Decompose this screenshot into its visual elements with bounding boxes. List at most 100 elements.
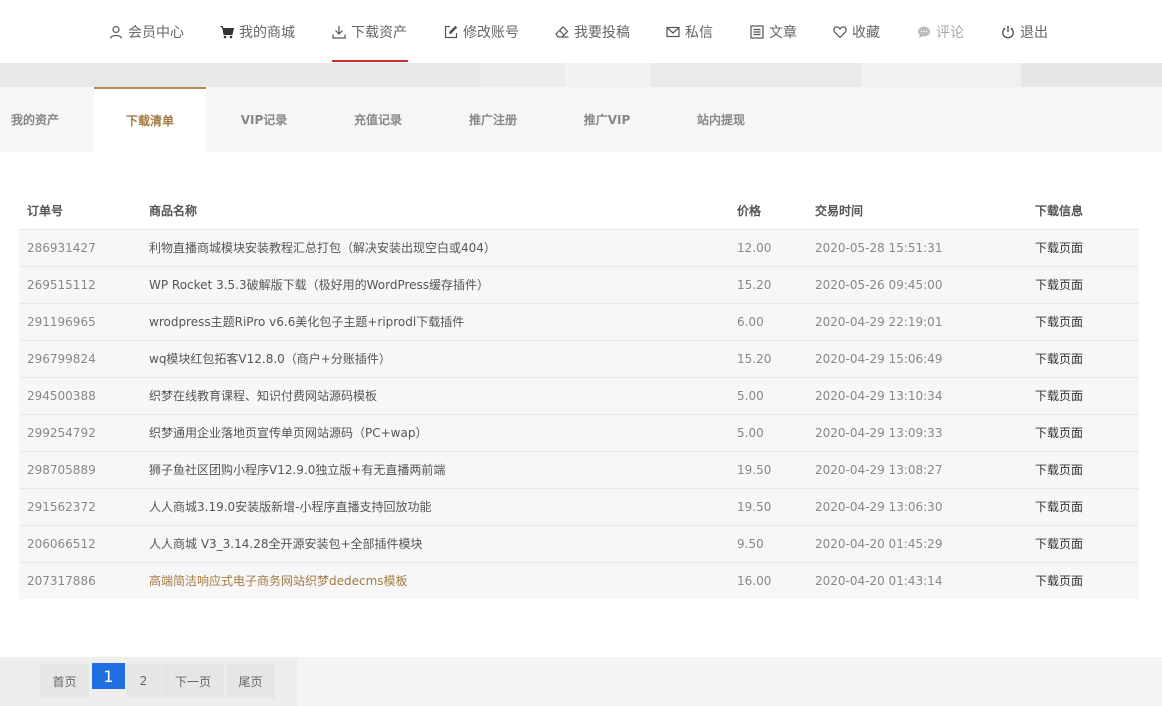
page-2-button[interactable]: 2 xyxy=(126,664,161,698)
order-number: 294500388 xyxy=(27,388,96,403)
banner-block xyxy=(480,63,565,87)
tab-promo-register[interactable]: 推广注册 xyxy=(437,87,549,152)
product-name[interactable]: 狮子鱼社区团购小程序V12.9.0独立版+有无直播两前端 xyxy=(149,451,737,488)
nav-download-assets[interactable]: 下载资产 xyxy=(332,0,408,63)
next-page-button[interactable]: 下一页 xyxy=(162,664,224,698)
tab-vip-records[interactable]: VIP记录 xyxy=(208,87,320,152)
header-price: 价格 xyxy=(737,203,762,218)
nav-member-center[interactable]: 会员中心 xyxy=(109,0,184,63)
order-number: 299254792 xyxy=(27,425,96,440)
order-number: 291196965 xyxy=(27,314,96,329)
download-page-link[interactable]: 下载页面 xyxy=(1035,340,1139,377)
active-indicator xyxy=(332,60,408,62)
nav-label: 文章 xyxy=(769,24,797,41)
table-row: 291196965 wrodpress主题RiPro v6.6美化包子主题+rip… xyxy=(19,303,1139,340)
order-number: 206066512 xyxy=(27,536,96,551)
product-name[interactable]: 织梦通用企业落地页宣传单页网站源码（PC+wap） xyxy=(149,414,737,451)
nav-label: 我的商城 xyxy=(239,24,295,41)
nav-submit-post[interactable]: 我要投稿 xyxy=(555,0,630,63)
table-row: 206066512 人人商城 V3_3.14.28全开源安装包+全部插件模块 9.5… xyxy=(19,525,1139,562)
download-page-link[interactable]: 下载页面 xyxy=(1035,377,1139,414)
table-row: 207317886 高端简洁响应式电子商务网站织梦dedecms模板 16.00 20… xyxy=(19,562,1139,599)
product-name[interactable]: wrodpress主题RiPro v6.6美化包子主题+riprodl下载插件 xyxy=(149,303,737,340)
mail-icon xyxy=(666,26,680,37)
trade-time: 2020-04-20 01:43:14 xyxy=(815,573,943,588)
tab-download-list[interactable]: 下载清单 xyxy=(94,87,206,152)
nav-label: 退出 xyxy=(1020,24,1048,41)
product-name[interactable]: 利物直播商城模块安装教程汇总打包（解决安装出现空白或404） xyxy=(149,229,737,266)
order-number: 298705889 xyxy=(27,462,96,477)
download-table: 订单号 商品名称 价格 交易时间 下载信息 286931427 利物直播商城模块安… xyxy=(19,192,1139,599)
page-1-button[interactable]: 1 xyxy=(92,663,125,689)
download-page-link[interactable]: 下载页面 xyxy=(1035,488,1139,525)
price: 15.20 xyxy=(737,277,772,292)
product-name[interactable]: wq模块红包拓客V12.8.0（商户+分账插件） xyxy=(149,340,737,377)
nav-label: 我要投稿 xyxy=(574,24,630,41)
download-page-link[interactable]: 下载页面 xyxy=(1035,229,1139,266)
subtab-bar: 我的资产 下载清单 VIP记录 充值记录 推广注册 推广VIP 站内提现 xyxy=(0,87,1162,152)
price: 12.00 xyxy=(737,240,772,255)
product-name[interactable]: 高端简洁响应式电子商务网站织梦dedecms模板 xyxy=(149,562,737,599)
trade-time: 2020-04-29 13:09:33 xyxy=(815,425,943,440)
product-name[interactable]: WP Rocket 3.5.3破解版下载（极好用的WordPress缓存插件） xyxy=(149,266,737,303)
first-page-button[interactable]: 首页 xyxy=(40,664,89,698)
nav-label: 收藏 xyxy=(852,24,880,41)
pagination-bar: 首页 1 2 下一页 尾页 xyxy=(0,657,1162,706)
header-order-no: 订单号 xyxy=(27,203,64,218)
trade-time: 2020-05-28 15:51:31 xyxy=(815,240,943,255)
product-name[interactable]: 织梦在线教育课程、知识付费网站源码模板 xyxy=(149,377,737,414)
banner-strip xyxy=(0,63,1162,87)
pager-background xyxy=(297,657,1162,706)
nav-label: 评论 xyxy=(936,24,964,41)
cart-icon xyxy=(220,25,234,38)
table-row: 291562372 人人商城3.19.0安装版新增-小程序直播支持回放功能 19.5… xyxy=(19,488,1139,525)
header-download-info: 下载信息 xyxy=(1035,203,1084,218)
banner-block xyxy=(1021,63,1162,87)
download-list-panel: 订单号 商品名称 价格 交易时间 下载信息 286931427 利物直播商城模块安… xyxy=(0,152,1162,657)
table-row: 286931427 利物直播商城模块安装教程汇总打包（解决安装出现空白或404） 1… xyxy=(19,229,1139,266)
table-row: 299254792 织梦通用企业落地页宣传单页网站源码（PC+wap） 5.00 20… xyxy=(19,414,1139,451)
trade-time: 2020-04-29 15:06:49 xyxy=(815,351,943,366)
comment-icon xyxy=(918,26,930,38)
nav-favorites[interactable]: 收藏 xyxy=(833,0,880,63)
heart-icon xyxy=(833,25,847,38)
top-nav: 会员中心 我的商城 下载资产 修改账号 我要投稿 私信 文章 收藏 评论 退出 xyxy=(0,0,1162,63)
price: 5.00 xyxy=(737,425,764,440)
download-page-link[interactable]: 下载页面 xyxy=(1035,525,1139,562)
order-number: 207317886 xyxy=(27,573,96,588)
eraser-icon xyxy=(555,25,569,38)
nav-articles[interactable]: 文章 xyxy=(750,0,797,63)
price: 19.50 xyxy=(737,499,772,514)
nav-edit-account[interactable]: 修改账号 xyxy=(444,0,519,63)
trade-time: 2020-04-29 13:10:34 xyxy=(815,388,943,403)
download-page-link[interactable]: 下载页面 xyxy=(1035,303,1139,340)
table-row: 298705889 狮子鱼社区团购小程序V12.9.0独立版+有无直播两前端 19.… xyxy=(19,451,1139,488)
edit-icon xyxy=(444,25,458,38)
tab-recharge-records[interactable]: 充值记录 xyxy=(322,87,434,152)
download-page-link[interactable]: 下载页面 xyxy=(1035,451,1139,488)
tab-withdraw[interactable]: 站内提现 xyxy=(665,87,777,152)
nav-messages[interactable]: 私信 xyxy=(666,0,713,63)
nav-logout[interactable]: 退出 xyxy=(1001,0,1048,63)
price: 5.00 xyxy=(737,388,764,403)
download-page-link[interactable]: 下载页面 xyxy=(1035,414,1139,451)
last-page-button[interactable]: 尾页 xyxy=(226,664,275,698)
trade-time: 2020-04-20 01:45:29 xyxy=(815,536,943,551)
product-name[interactable]: 人人商城 V3_3.14.28全开源安装包+全部插件模块 xyxy=(149,525,737,562)
order-number: 269515112 xyxy=(27,277,96,292)
trade-time: 2020-04-29 22:19:01 xyxy=(815,314,943,329)
tab-promo-vip[interactable]: 推广VIP xyxy=(551,87,663,152)
product-name[interactable]: 人人商城3.19.0安装版新增-小程序直播支持回放功能 xyxy=(149,488,737,525)
banner-block xyxy=(565,63,651,87)
nav-comments[interactable]: 评论 xyxy=(917,0,964,63)
trade-time: 2020-04-29 13:08:27 xyxy=(815,462,943,477)
header-trade-time: 交易时间 xyxy=(815,203,864,218)
power-icon xyxy=(1002,25,1014,38)
nav-label: 修改账号 xyxy=(463,24,519,41)
price: 9.50 xyxy=(737,536,764,551)
download-page-link[interactable]: 下载页面 xyxy=(1035,562,1139,599)
download-page-link[interactable]: 下载页面 xyxy=(1035,266,1139,303)
tab-my-assets[interactable]: 我的资产 xyxy=(0,87,70,152)
nav-my-shop[interactable]: 我的商城 xyxy=(220,0,295,63)
nav-label: 下载资产 xyxy=(351,24,407,41)
